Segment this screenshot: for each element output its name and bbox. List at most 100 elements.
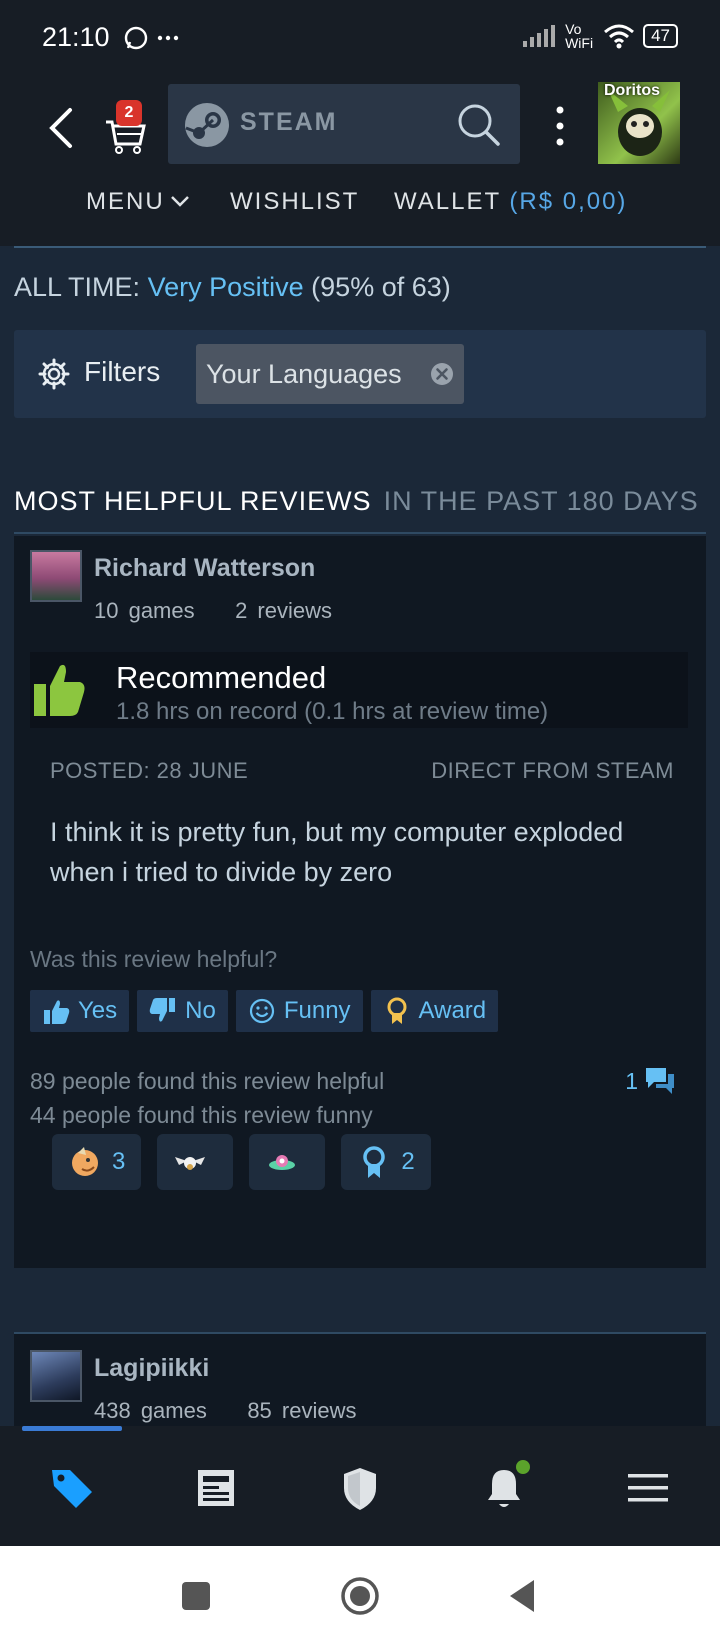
back-button[interactable] [44,102,80,154]
reviewer-avatar[interactable] [30,550,82,602]
battery-indicator: 47 [643,24,678,48]
cart-button[interactable]: 2 [102,100,148,154]
award-ribbon-icon [387,997,407,1024]
filters-bar: Filters Your Languages [14,330,706,418]
divider [14,532,706,534]
chevron-down-icon [170,196,189,207]
store-nav: MENU WISHLIST WALLET (R$ 0,00) [0,188,720,228]
reviewer-reviews[interactable]: 2 reviews [235,598,332,623]
tab-menu[interactable] [624,1464,672,1512]
summary-rating[interactable]: Very Positive [148,272,304,302]
network-label: Vo WiFi [565,21,594,51]
status-indicators: Vo WiFi 47 [523,22,678,50]
reviewer-stats: 438 games 85 reviews [94,1398,356,1424]
posted-date: POSTED: 28 JUNE [50,758,249,783]
kebab-menu-icon [556,106,564,146]
vote-no-button[interactable]: No [137,990,228,1032]
user-avatar[interactable]: Doritos [598,82,680,164]
search-input[interactable]: STEAM [168,84,520,164]
avatar-label: Doritos [604,82,660,99]
guard-shield-icon [344,1468,376,1510]
gear-icon[interactable] [38,358,70,390]
app-header: 2 STEAM Doritos MENU WISHLIST WALLET (R$… [0,78,720,246]
nav-menu[interactable]: MENU [86,188,191,216]
chevron-left-icon [49,108,72,148]
thumbs-down-icon [149,998,176,1022]
vote-funny-label: Funny [283,997,351,1024]
ribbon-award-icon [363,1146,386,1178]
review-card: Lagipiikki 438 games 85 reviews [14,1334,706,1426]
comment-count: 1 [625,1067,638,1094]
review-text: I think it is pretty fun, but my compute… [50,817,624,887]
comments-button[interactable]: 1 [625,1066,676,1096]
reviewer-stats: 10 games 2 reviews [94,598,332,624]
summary-prefix: ALL TIME: [14,272,141,302]
hamburger-menu-icon [628,1474,668,1502]
close-icon[interactable] [430,362,454,386]
review-stats: 89 people found this review helpful 44 p… [30,1064,384,1132]
hours-on-record: 1.8 hrs on record (0.1 hrs at review tim… [116,698,549,725]
tab-notifications[interactable] [480,1460,530,1512]
award-count: 2 [401,1148,415,1175]
reviewer-games[interactable]: 10 games [94,598,195,623]
recommendation-verdict: Recommended [116,660,327,695]
award-chip[interactable] [157,1134,234,1190]
wallet-label: WALLET [394,188,501,215]
active-tab-indicator [22,1426,122,1431]
nav-wishlist[interactable]: WISHLIST [230,188,359,216]
reviewer-name[interactable]: Richard Watterson [94,554,315,583]
helpful-question: Was this review helpful? [30,946,278,972]
award-chip[interactable]: 2 [341,1134,431,1190]
news-icon [198,1470,234,1506]
award-label: Award [418,997,487,1024]
whatsapp-icon [122,24,182,57]
bottom-tab-bar [0,1426,720,1546]
reviewer-avatar[interactable] [30,1350,82,1402]
vote-funny-button[interactable]: Funny [235,990,363,1032]
section-subtitle: IN THE PAST 180 DAYS [383,486,699,516]
wallet-amount: (R$ 0,00) [509,188,628,215]
reviewer-name[interactable]: Lagipiikki [94,1354,209,1383]
award-chip[interactable]: 3 [52,1134,142,1190]
recents-icon[interactable] [176,1576,216,1616]
award-chip[interactable] [249,1134,326,1190]
wifi-icon [604,24,635,49]
reviewer-games[interactable]: 438 games [94,1398,207,1423]
all-time-summary: ALL TIME: Very Positive (95% of 63) [14,272,451,303]
winged-award-icon [175,1157,206,1170]
language-filter-chip[interactable]: Your Languages [196,344,464,404]
vote-yes-button[interactable]: Yes [30,990,130,1032]
ufo-award-icon [269,1155,296,1170]
smiley-icon [249,998,274,1024]
vote-no-label: No [185,997,216,1024]
reviews-content: ALL TIME: Very Positive (95% of 63) Filt… [0,246,720,1426]
nav-wallet[interactable]: WALLET (R$ 0,00) [394,188,627,216]
status-time: 21:10 [42,22,110,52]
cart-badge: 2 [116,100,142,126]
steam-logo-icon [185,103,229,147]
search-icon[interactable] [454,100,502,148]
tab-guard[interactable] [336,1464,384,1512]
steam-wordmark: STEAM [240,108,338,136]
summary-detail: (95% of 63) [311,272,451,302]
thumbs-up-icon [34,664,85,716]
reviewer-reviews[interactable]: 85 reviews [247,1398,356,1423]
filters-button[interactable]: Filters [84,356,160,388]
review-source: DIRECT FROM STEAM [431,758,674,783]
status-bar: 21:10 Vo WiFi 47 [0,0,720,78]
dragon-award-icon [72,1147,98,1176]
awards-row: 3 2 [52,1134,431,1190]
tab-store[interactable] [48,1464,96,1512]
notification-dot [516,1460,530,1474]
system-back-icon[interactable] [504,1576,544,1616]
vote-buttons: Yes No Funny Award [30,990,499,1032]
divider [14,246,706,248]
section-title: MOST HELPFUL REVIEWS IN THE PAST 180 DAYS [14,486,699,517]
more-options-button[interactable] [548,102,572,150]
tab-news[interactable] [192,1464,240,1512]
recommendation-box: Recommended 1.8 hrs on record (0.1 hrs a… [30,652,688,728]
thumbs-up-icon [44,1000,70,1024]
award-button[interactable]: Award [370,990,499,1032]
home-icon[interactable] [340,1576,380,1616]
nav-menu-label: MENU [86,188,165,215]
